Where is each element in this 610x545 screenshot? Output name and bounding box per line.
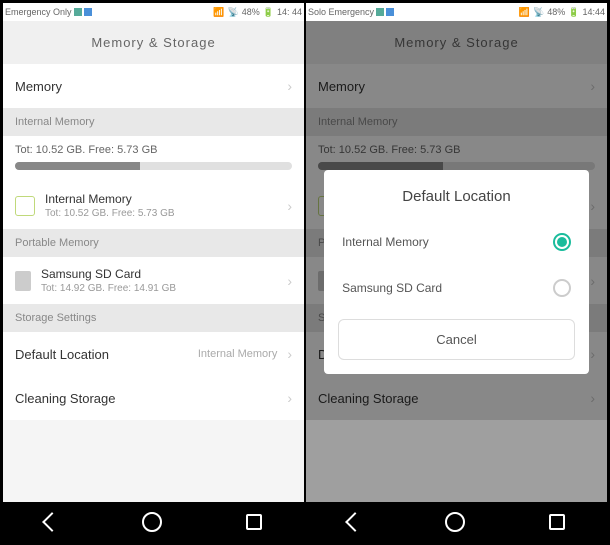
sd-title: Samsung SD Card: [41, 267, 277, 281]
status-icon: [74, 8, 82, 16]
status-icon: [376, 8, 384, 16]
nav-back-button[interactable]: [345, 512, 365, 532]
signal-icon: 📶: [213, 7, 224, 18]
carrier-text: Solo Emergency: [308, 7, 374, 17]
time-text: 14:44: [582, 7, 605, 17]
dialog-title: Default Location: [324, 170, 589, 219]
nav-home-button[interactable]: [445, 512, 465, 532]
option-label: Samsung SD Card: [342, 281, 442, 295]
sd-card-item[interactable]: Samsung SD Card Tot: 14.92 GB. Free: 14.…: [3, 257, 304, 304]
status-icon: [84, 8, 92, 16]
nav-back-button[interactable]: [42, 512, 62, 532]
storage-summary-text: Tot: 10.52 GB. Free: 5.73 GB: [15, 144, 292, 156]
chevron-right-icon: ›: [287, 346, 292, 362]
chip-icon: [15, 196, 35, 216]
status-bar: Solo Emergency 📶 📡 48% 🔋 14:44: [306, 3, 607, 21]
cleaning-label: Cleaning Storage: [15, 391, 115, 406]
signal-icon: 📶: [519, 7, 530, 18]
memory-label: Memory: [15, 79, 62, 94]
default-location-row[interactable]: Default Location Internal Memory ›: [3, 332, 304, 376]
right-screen: Solo Emergency 📶 📡 48% 🔋 14:44 Memory & …: [306, 3, 607, 542]
status-icon: [386, 8, 394, 16]
battery-text: 48%: [242, 7, 260, 17]
cancel-button[interactable]: Cancel: [338, 319, 575, 360]
radio-selected-icon: [553, 233, 571, 251]
section-portable: Portable Memory: [3, 229, 304, 257]
battery-icon: 🔋: [568, 7, 579, 18]
progress-fill: [15, 162, 140, 170]
time-text: 14: 44: [277, 7, 302, 17]
chevron-right-icon: ›: [287, 198, 292, 214]
option-internal-memory[interactable]: Internal Memory: [324, 219, 589, 265]
storage-summary: Tot: 10.52 GB. Free: 5.73 GB: [3, 136, 304, 182]
left-screen: Emergency Only 📶 📡 48% 🔋 14: 44 Memory &…: [3, 3, 304, 542]
option-sd-card[interactable]: Samsung SD Card: [324, 265, 589, 311]
nav-recent-button[interactable]: [246, 514, 262, 530]
nav-home-button[interactable]: [142, 512, 162, 532]
memory-row[interactable]: Memory ›: [3, 64, 304, 108]
wifi-icon: 📡: [228, 7, 239, 18]
battery-text: 48%: [547, 7, 565, 17]
sd-card-icon: [15, 271, 31, 291]
modal-overlay[interactable]: Default Location Internal Memory Samsung…: [306, 21, 607, 502]
page-title: Memory & Storage: [3, 21, 304, 64]
nav-bar: [3, 502, 304, 542]
nav-recent-button[interactable]: [549, 514, 565, 530]
internal-sub: Tot: 10.52 GB. Free: 5.73 GB: [45, 208, 277, 219]
status-bar: Emergency Only 📶 📡 48% 🔋 14: 44: [3, 3, 304, 21]
section-internal: Internal Memory: [3, 108, 304, 136]
storage-progress: [15, 162, 292, 170]
internal-title: Internal Memory: [45, 192, 277, 206]
radio-unselected-icon: [553, 279, 571, 297]
wifi-icon: 📡: [533, 7, 544, 18]
internal-memory-item[interactable]: Internal Memory Tot: 10.52 GB. Free: 5.7…: [3, 182, 304, 229]
cleaning-storage-row[interactable]: Cleaning Storage ›: [3, 376, 304, 420]
default-location-dialog: Default Location Internal Memory Samsung…: [324, 170, 589, 374]
battery-icon: 🔋: [263, 7, 274, 18]
default-location-label: Default Location: [15, 347, 109, 362]
nav-bar: [306, 502, 607, 542]
chevron-right-icon: ›: [287, 78, 292, 94]
section-storage-settings: Storage Settings: [3, 304, 304, 332]
sd-sub: Tot: 14.92 GB. Free: 14.91 GB: [41, 283, 277, 294]
carrier-text: Emergency Only: [5, 7, 72, 17]
option-label: Internal Memory: [342, 235, 429, 249]
chevron-right-icon: ›: [287, 390, 292, 406]
default-location-value: Internal Memory: [198, 348, 277, 360]
chevron-right-icon: ›: [287, 273, 292, 289]
